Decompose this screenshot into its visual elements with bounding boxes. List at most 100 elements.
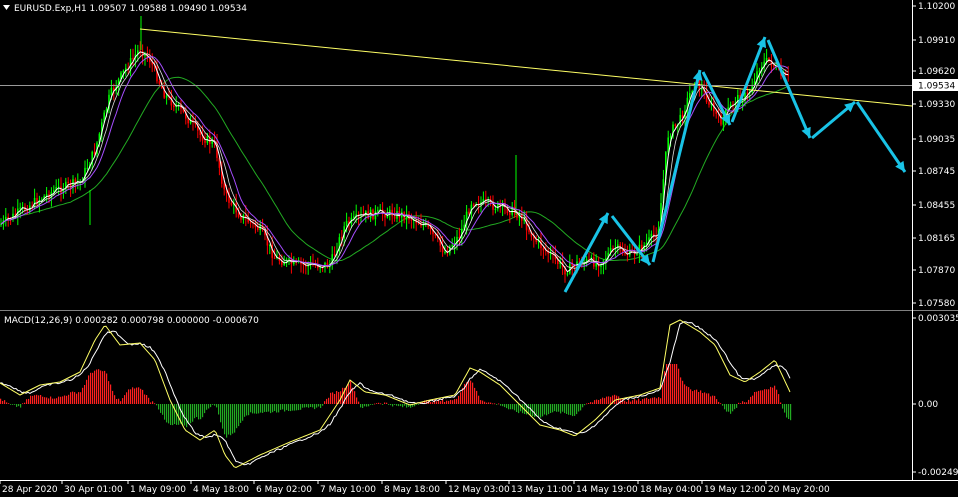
macd-histogram-bar <box>66 395 68 404</box>
macd-histogram-bar <box>402 404 404 408</box>
candle-body <box>473 204 475 206</box>
macd-histogram-bar <box>704 392 706 404</box>
macd-histogram-bar <box>716 399 718 404</box>
macd-histogram-bar <box>694 390 696 404</box>
macd-tick-label: 0.00 <box>918 400 938 410</box>
time-tick-label: 30 Apr 01:00 <box>64 485 123 495</box>
macd-histogram-bar <box>738 402 740 404</box>
macd-histogram-bar <box>544 404 546 415</box>
macd-histogram-bar <box>590 402 592 404</box>
macd-histogram-bar <box>102 371 104 404</box>
macd-histogram-bar <box>82 387 84 404</box>
macd-histogram-bar <box>500 404 502 406</box>
macd-histogram-bar <box>110 384 112 404</box>
macd-histogram-bar <box>314 404 316 410</box>
macd-histogram-bar <box>68 394 70 404</box>
candle-body <box>494 209 497 210</box>
macd-histogram-bar <box>346 386 348 404</box>
candle-body <box>158 81 161 84</box>
macd-histogram-bar <box>444 402 446 404</box>
macd-histogram-bar <box>658 397 660 404</box>
macd-histogram-bar <box>790 404 792 421</box>
macd-histogram-bar <box>608 396 610 404</box>
macd-histogram-bar <box>388 404 390 405</box>
macd-histogram-bar <box>238 404 240 427</box>
macd-histogram-bar <box>650 398 652 404</box>
macd-histogram-bar <box>406 404 408 408</box>
macd-histogram-bar <box>744 402 746 404</box>
macd-histogram-bar <box>780 402 782 404</box>
candle-body <box>669 136 672 138</box>
macd-histogram-bar <box>320 404 322 408</box>
macd-histogram-bar <box>312 404 314 408</box>
macd-histogram-bar <box>534 404 536 418</box>
macd-histogram-bar <box>370 404 372 405</box>
macd-histogram-bar <box>630 401 632 404</box>
macd-histogram-bar <box>648 399 650 404</box>
macd-window[interactable]: MACD(12,26,9) 0.000282 0.000798 0.000000… <box>0 314 958 478</box>
macd-histogram-bar <box>282 404 284 410</box>
macd-histogram-bar <box>188 404 190 424</box>
candle-body <box>727 107 729 110</box>
macd-histogram-bar <box>670 364 672 404</box>
macd-histogram-bar <box>360 404 362 408</box>
macd-histogram-bar <box>84 385 86 404</box>
macd-histogram-bar <box>148 397 150 404</box>
macd-histogram-bar <box>334 394 336 404</box>
time-tick-label: 14 May 19:00 <box>576 485 638 495</box>
macd-histogram-bar <box>576 404 578 415</box>
macd-histogram-bar <box>130 389 132 404</box>
price-tick-label: 1.08455 <box>918 201 955 211</box>
candle-body <box>549 253 552 255</box>
candle-body <box>36 198 38 205</box>
candle-body <box>19 207 21 209</box>
macd-histogram-bar <box>774 385 776 404</box>
macd-histogram-bar <box>60 396 62 404</box>
chart-terminal[interactable]: EURUSD.Exp,H1 1.09507 1.09588 1.09490 1.… <box>0 0 958 497</box>
macd-histogram-bar <box>418 404 420 405</box>
macd-histogram-bar <box>736 404 738 408</box>
macd-histogram-bar <box>174 404 176 424</box>
macd-histogram-bar <box>86 379 88 404</box>
macd-histogram-bar <box>446 400 448 404</box>
macd-histogram-bar <box>600 398 602 404</box>
macd-histogram-bar <box>304 404 306 408</box>
macd-histogram-bar <box>4 400 6 404</box>
macd-histogram-bar <box>642 399 644 404</box>
macd-histogram-bar <box>380 403 382 405</box>
macd-histogram-bar <box>330 392 332 404</box>
macd-histogram-bar <box>718 401 720 404</box>
macd-histogram-bar <box>24 402 26 404</box>
price-window[interactable]: EURUSD.Exp,H1 1.09507 1.09588 1.09490 1.… <box>0 0 958 311</box>
macd-histogram-bar <box>168 404 170 424</box>
macd-histogram-bar <box>332 392 334 404</box>
macd-histogram-bar <box>696 389 698 404</box>
macd-histogram-bar <box>614 394 616 404</box>
macd-histogram-bar <box>248 404 250 416</box>
macd-histogram-bar <box>186 404 188 428</box>
macd-histogram-bar <box>470 380 472 404</box>
macd-histogram-bar <box>80 392 82 404</box>
candle-body <box>204 140 206 143</box>
time-tick-label: 4 May 18:00 <box>193 485 249 495</box>
macd-histogram-bar <box>72 391 74 404</box>
macd-histogram-bar <box>392 404 394 407</box>
macd-histogram-bar <box>542 404 544 417</box>
macd-histogram-bar <box>472 382 474 404</box>
macd-histogram-bar <box>70 392 72 404</box>
macd-histogram-bar <box>578 404 580 412</box>
macd-histogram-bar <box>118 398 120 404</box>
macd-histogram-bar <box>268 404 270 412</box>
macd-histogram-bar <box>584 404 586 406</box>
macd-histogram-bar <box>228 404 230 435</box>
macd-histogram-bar <box>166 404 168 423</box>
macd-histogram-bar <box>74 392 76 404</box>
macd-tick-labels: 0.003035 0.00 -0.002495 <box>912 314 958 478</box>
macd-histogram-bar <box>478 395 480 404</box>
macd-histogram-bar <box>610 396 612 404</box>
macd-histogram-bar <box>556 404 558 412</box>
macd-histogram-bar <box>660 398 662 404</box>
candle-body <box>273 257 276 259</box>
macd-histogram-bar <box>398 404 400 407</box>
macd-histogram-bar <box>162 404 164 415</box>
